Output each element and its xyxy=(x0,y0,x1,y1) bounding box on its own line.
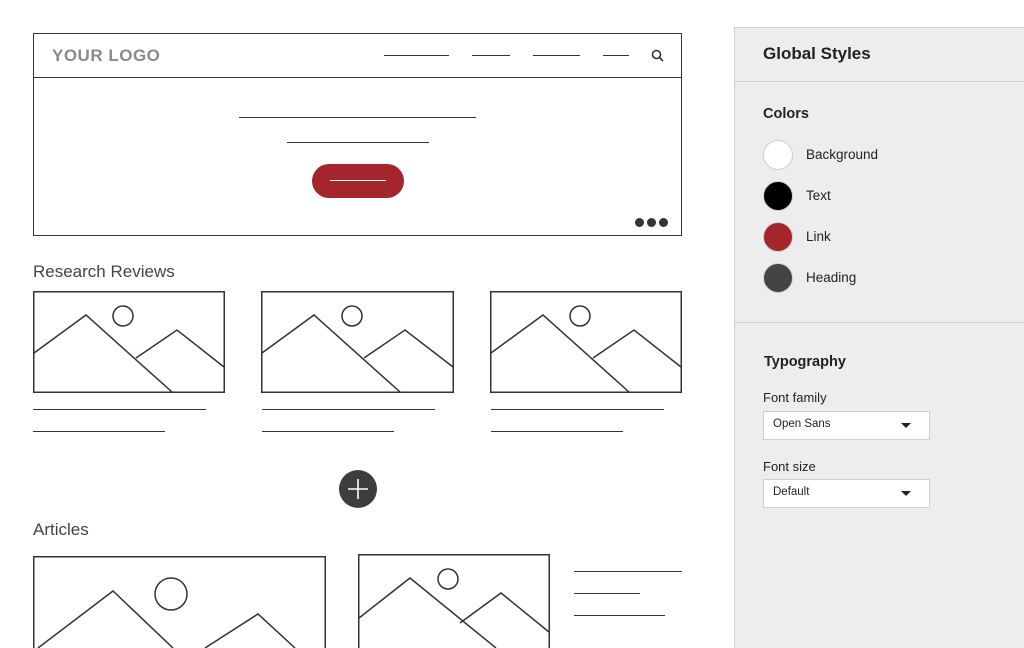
nav-link-placeholder[interactable] xyxy=(384,55,449,56)
color-swatch-link[interactable] xyxy=(763,222,793,252)
color-swatch-background[interactable] xyxy=(763,140,793,170)
article-text-placeholder xyxy=(574,615,665,616)
color-label-text: Text xyxy=(806,188,831,203)
color-swatch-heading[interactable] xyxy=(763,263,793,293)
card-title-placeholder xyxy=(262,409,435,410)
font-family-select[interactable]: Open Sans xyxy=(763,411,930,440)
image-placeholder-icon[interactable] xyxy=(261,291,454,393)
card-title-placeholder xyxy=(491,409,664,410)
panel-title: Global Styles xyxy=(763,44,871,63)
color-swatch-text[interactable] xyxy=(763,181,793,211)
divider xyxy=(735,81,1024,82)
search-icon[interactable] xyxy=(651,49,665,63)
nav-link-placeholder[interactable] xyxy=(472,55,510,56)
chevron-down-icon xyxy=(901,491,911,496)
font-family-value: Open Sans xyxy=(773,418,831,430)
font-size-value: Default xyxy=(773,486,810,498)
section-title-research: Research Reviews xyxy=(33,262,175,281)
card-title-placeholder xyxy=(33,409,206,410)
card-text-placeholder xyxy=(262,431,394,432)
hero-banner xyxy=(33,77,682,236)
hero-heading-placeholder xyxy=(239,117,476,118)
chevron-down-icon xyxy=(901,423,911,428)
image-placeholder-icon[interactable] xyxy=(33,291,225,393)
hero-cta-button[interactable] xyxy=(312,164,404,198)
image-placeholder-icon[interactable] xyxy=(490,291,682,393)
nav-link-placeholder[interactable] xyxy=(533,55,580,56)
plus-icon xyxy=(348,479,368,499)
hero-subheading-placeholder xyxy=(287,142,429,143)
color-label-background: Background xyxy=(806,147,879,162)
colors-section-title: Colors xyxy=(763,106,809,122)
image-placeholder-icon[interactable] xyxy=(358,554,550,648)
card-text-placeholder xyxy=(491,431,623,432)
article-text-placeholder xyxy=(574,571,682,572)
font-size-select[interactable]: Default xyxy=(763,479,930,508)
color-label-heading: Heading xyxy=(806,270,857,285)
color-label-link: Link xyxy=(806,229,831,244)
nav-link-placeholder[interactable] xyxy=(603,55,629,56)
typography-section-title: Typography xyxy=(764,354,846,370)
image-placeholder-icon[interactable] xyxy=(33,556,326,648)
add-section-button[interactable] xyxy=(339,470,377,508)
logo[interactable]: YOUR LOGO xyxy=(52,46,160,66)
font-family-label: Font family xyxy=(763,390,827,405)
article-text-placeholder xyxy=(574,593,640,594)
card-text-placeholder xyxy=(33,431,165,432)
font-size-label: Font size xyxy=(763,459,816,474)
divider xyxy=(735,322,1024,323)
section-title-articles: Articles xyxy=(33,520,89,539)
